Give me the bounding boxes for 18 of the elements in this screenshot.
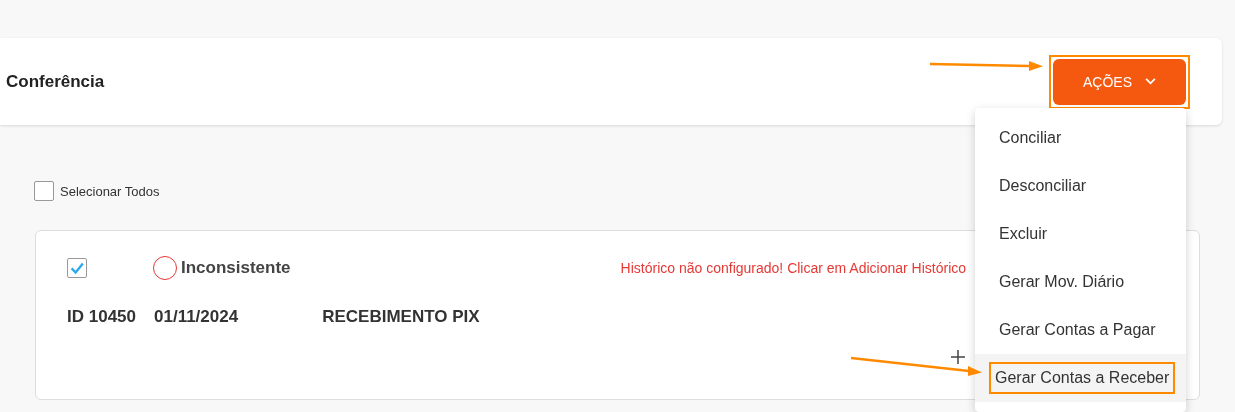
checkbox[interactable] bbox=[67, 258, 87, 278]
entry-id: ID 10450 bbox=[67, 307, 136, 327]
menu-item[interactable]: Gerar Contas a Pagar bbox=[975, 306, 1186, 354]
chevron-down-icon bbox=[1145, 78, 1156, 85]
highlight-frame: Gerar Contas a Receber bbox=[989, 362, 1176, 394]
status-label: Inconsistente bbox=[181, 258, 291, 278]
menu-item[interactable]: Excluir bbox=[975, 210, 1186, 258]
menu-item[interactable]: Desconciliar bbox=[975, 162, 1186, 210]
plus-icon[interactable] bbox=[950, 349, 966, 365]
checkbox[interactable] bbox=[34, 181, 54, 201]
entry-description: RECEBIMENTO PIX bbox=[322, 307, 480, 327]
checkbox-label: Selecionar Todos bbox=[60, 183, 160, 199]
entry-date: 01/11/2024 bbox=[154, 307, 239, 327]
menu-item[interactable]: Gerar Mov. Diário bbox=[975, 258, 1186, 306]
menu-item[interactable]: Conciliar bbox=[975, 114, 1186, 162]
page-title: Conferência bbox=[6, 71, 105, 92]
warning-message: Histórico não configurado! Clicar em Adicionar Histórico bbox=[620, 260, 967, 276]
menu-item[interactable]: Gerar Contas a Receber bbox=[975, 354, 1186, 402]
